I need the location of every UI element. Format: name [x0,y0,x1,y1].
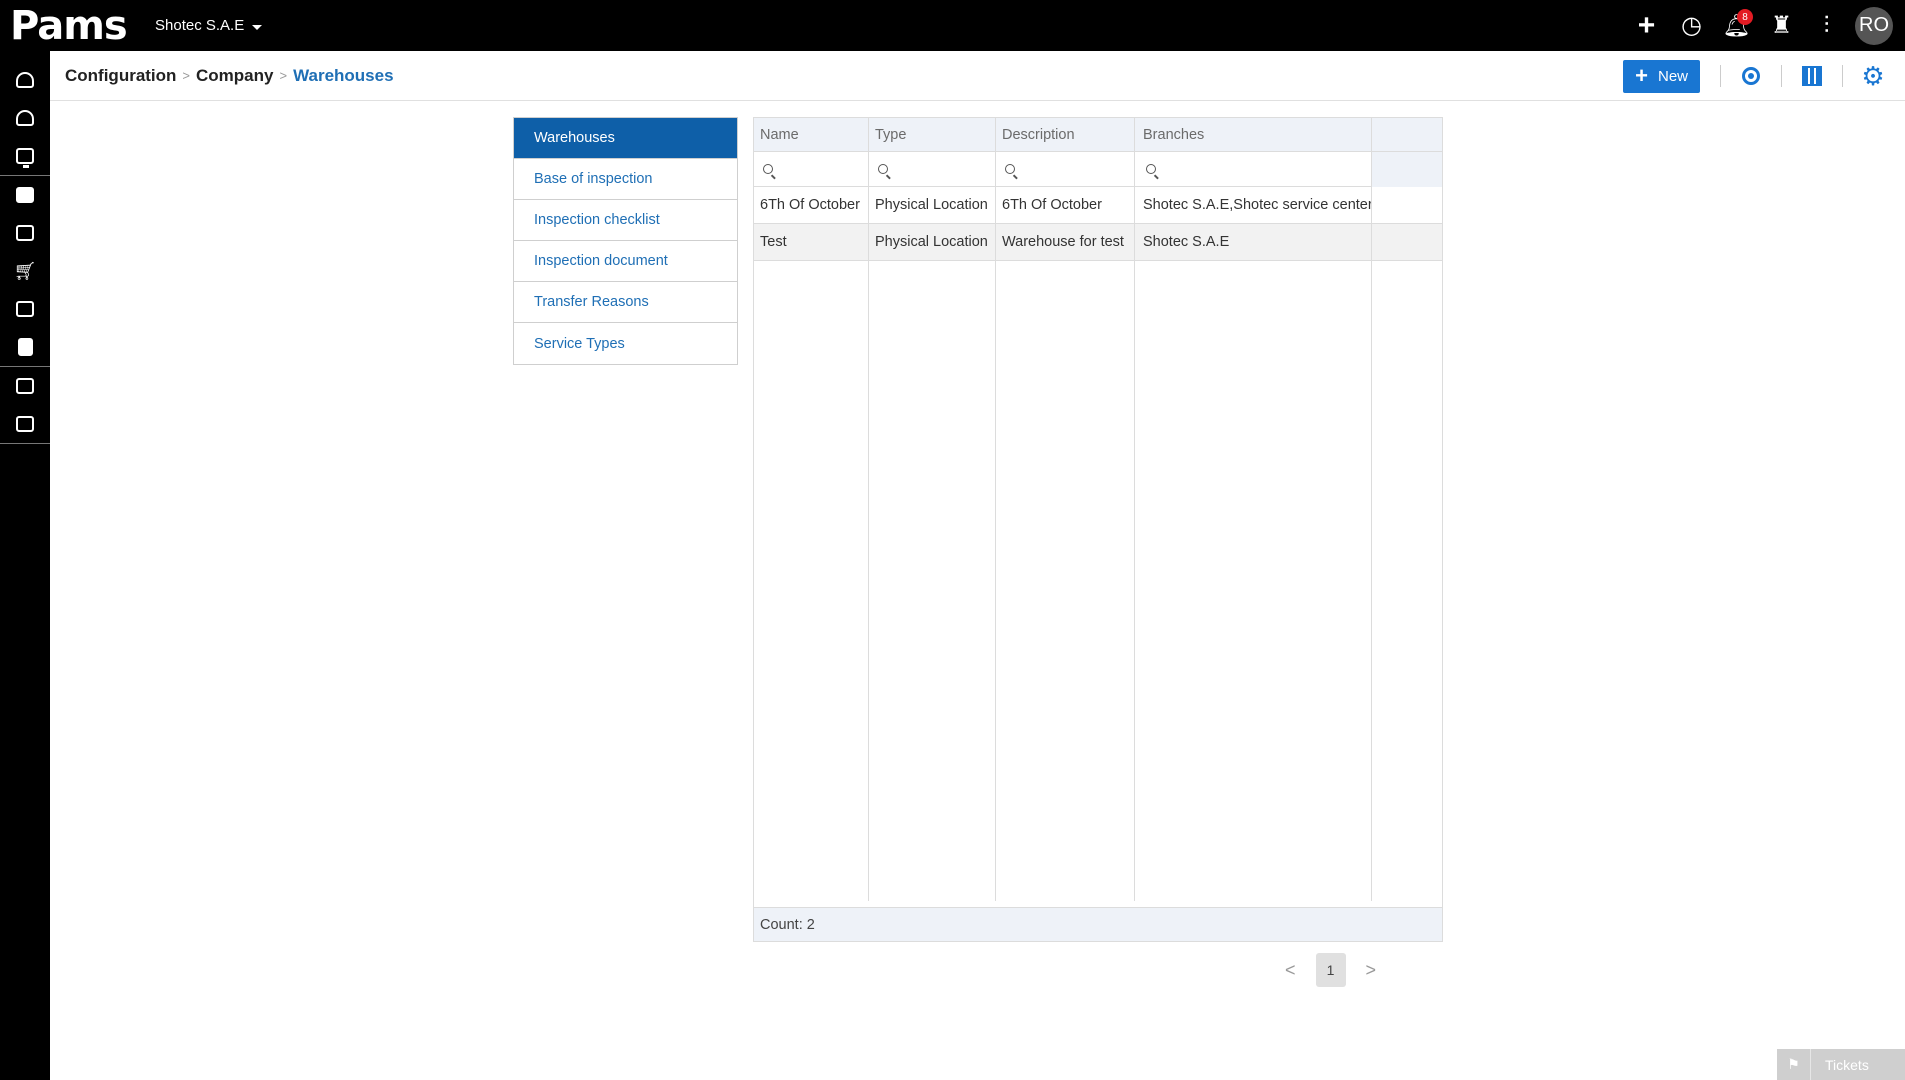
bell-icon[interactable]: 🔔︎ 8 [1714,0,1759,51]
castle-icon[interactable]: ♜ [1759,0,1804,51]
modules-icon-2[interactable] [0,290,50,328]
left-sidebar: 🛒︎ [0,51,1443,1080]
divider [1781,65,1782,87]
page-button[interactable]: 1 [1315,953,1346,987]
grid-footer: Count: 2 [754,907,1442,941]
config-menu: Warehouses Base of inspection Inspection… [513,117,738,365]
app-logo[interactable]: Pams [10,4,128,48]
column-divider [1135,118,1372,901]
chevron-right-icon: > [279,68,288,83]
company-selector[interactable]: Shotec S.A.E [155,17,263,34]
new-button[interactable]: + New [1623,59,1700,93]
page-header: Configuration > Company > Warehouses + N… [50,51,1905,101]
filter-actions-cell [1371,152,1442,187]
cart-icon[interactable]: 🛒︎ [0,252,50,290]
monitor-icon[interactable] [0,137,50,175]
modules-icon[interactable] [0,214,50,252]
menu-item-warehouses[interactable]: Warehouses [514,118,737,159]
document-settings-icon[interactable] [0,405,50,443]
chevron-right-icon: > [182,68,191,83]
caret-down-icon [252,25,263,30]
tickets-label: Tickets [1825,1056,1869,1073]
plus-icon[interactable]: + [1624,0,1669,51]
menu-item-inspection-checklist[interactable]: Inspection checklist [514,200,737,241]
menu-item-transfer-reasons[interactable]: Transfer Reasons [514,282,737,323]
sliders-icon[interactable]: ⫶ [1804,0,1849,51]
menu-item-inspection-document[interactable]: Inspection document [514,241,737,282]
grid-icon[interactable] [0,168,1443,993]
top-bar: Pams Shotec S.A.E + ◷ 🔔︎ 8 ♜ ⫶ RO [0,0,1905,51]
invoice-icon[interactable] [0,328,50,366]
gauge-icon[interactable] [0,99,50,137]
warehouses-grid: Name Type Description Branches 6Th Of Oc… [753,117,1443,942]
row-count: Count: 2 [760,916,815,933]
notification-badge: 8 [1737,9,1753,25]
briefcase-icon[interactable] [0,176,50,214]
divider [1842,65,1843,87]
gear-icon[interactable]: ⚙ [1853,56,1893,96]
menu-item-base-of-inspection[interactable]: Base of inspection [514,159,737,200]
column-header-actions [1372,118,1442,151]
history-icon[interactable]: ◷ [1669,0,1714,51]
pagination: < 1 > [1285,953,1376,987]
divider [1720,65,1721,87]
tickets-button[interactable]: ⚑ Tickets [1777,1049,1905,1080]
column-divider [869,118,996,901]
company-name: Shotec S.A.E [155,17,245,34]
new-button-label: New [1657,67,1688,85]
plus-icon: + [1635,63,1648,88]
column-divider [754,118,869,901]
chevron-right-icon[interactable]: > [1366,960,1377,981]
columns-icon[interactable] [1792,56,1832,96]
chevron-left-icon[interactable]: < [1285,960,1296,981]
refresh-icon[interactable] [1731,56,1771,96]
header-actions: + New ⚙ [1623,51,1905,101]
column-divider [996,118,1135,901]
avatar[interactable]: RO [1855,6,1893,45]
breadcrumb: Configuration > Company > Warehouses [65,66,394,86]
breadcrumb-configuration[interactable]: Configuration [65,66,176,86]
breadcrumb-company[interactable]: Company [196,66,273,86]
checklist-icon[interactable] [0,367,50,405]
grid-table: Name Type Description Branches 6Th Of Oc… [754,118,1442,908]
top-icons: + ◷ 🔔︎ 8 ♜ ⫶ RO [1624,0,1905,51]
menu-item-service-types[interactable]: Service Types [514,323,737,364]
dashboard-icon[interactable] [0,61,50,99]
breadcrumb-warehouses: Warehouses [293,65,394,85]
flag-icon: ⚑ [1777,1049,1811,1080]
